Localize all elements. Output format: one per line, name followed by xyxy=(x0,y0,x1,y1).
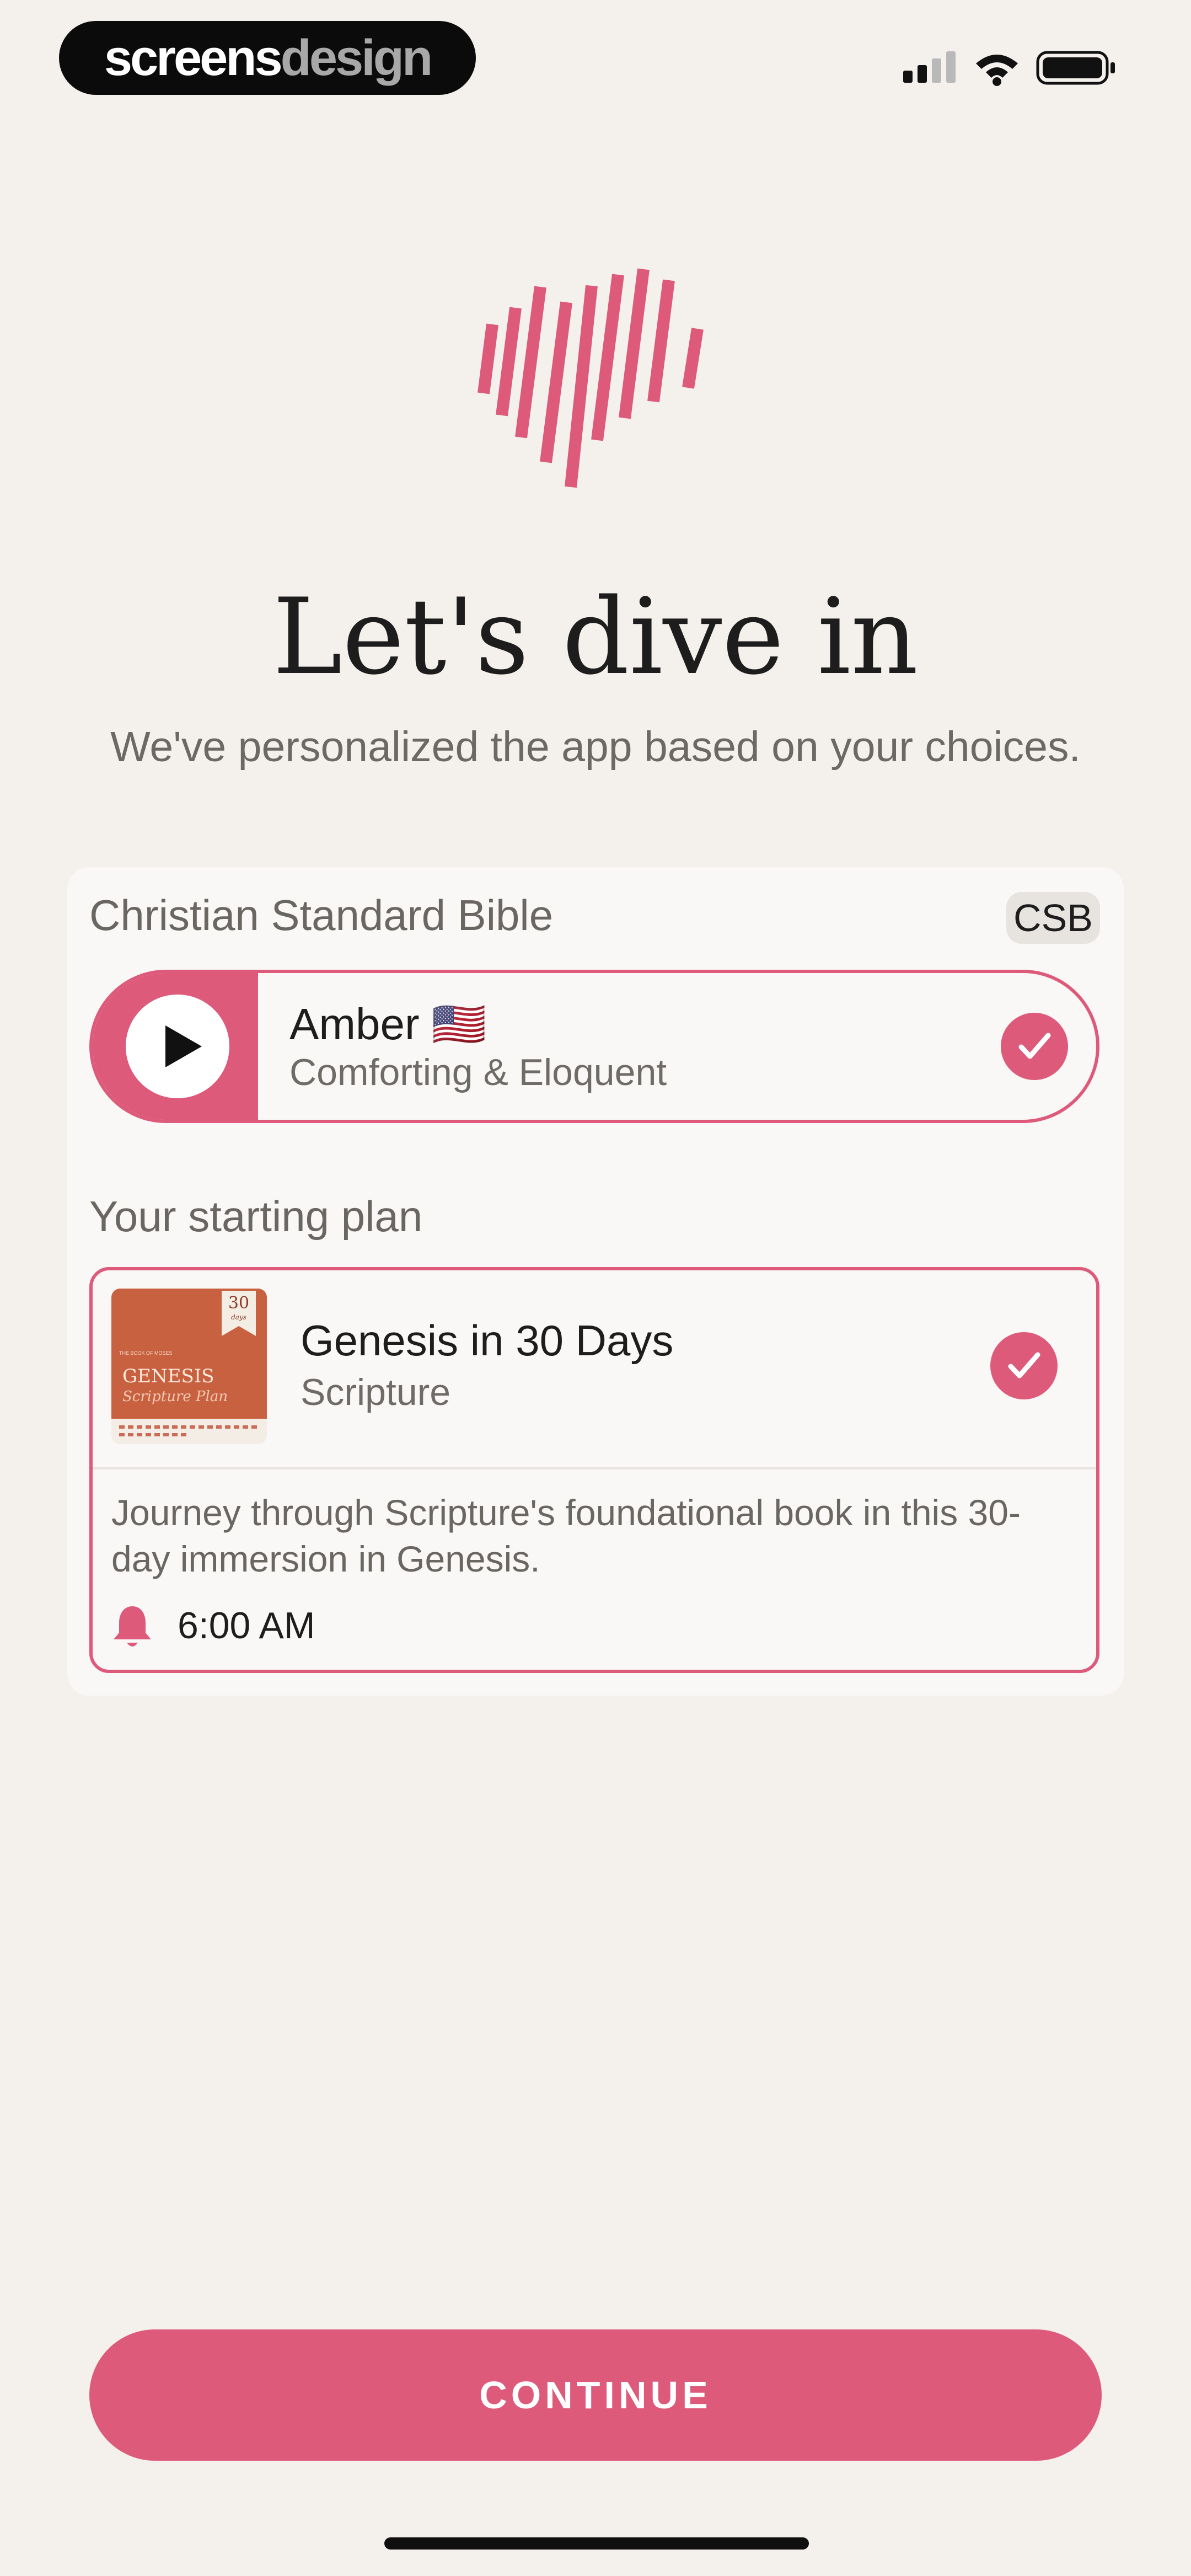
wifi-icon xyxy=(976,55,1018,86)
brand-text-primary: screens xyxy=(104,30,283,86)
cellular-signal-icon xyxy=(903,51,956,83)
voice-play-zone xyxy=(93,973,258,1120)
cover-number: 30 xyxy=(228,1294,249,1313)
page-subtitle: We've personalized the app based on your… xyxy=(110,723,1081,771)
page-title: Let's dive in xyxy=(272,576,919,698)
play-button[interactable] xyxy=(126,995,229,1098)
bible-translation-name: Christian Standard Bible xyxy=(89,891,554,939)
status-icons xyxy=(903,51,1115,86)
plan-description: Journey through Scripture's foundational… xyxy=(111,1492,1021,1579)
starting-plan-label: Your starting plan xyxy=(89,1192,423,1241)
continue-button[interactable]: CONTINUE xyxy=(89,2329,1102,2461)
home-indicator xyxy=(384,2537,809,2550)
reminder-time[interactable]: 6:00 AM xyxy=(178,1604,315,1647)
bell-icon xyxy=(114,1606,151,1647)
plan-title: Genesis in 30 Days xyxy=(301,1316,674,1365)
voice-selected-check-icon xyxy=(1001,1013,1068,1080)
voice-description: Comforting & Eloquent xyxy=(289,1051,667,1093)
voice-option[interactable] xyxy=(89,970,1099,1123)
cover-subtitle: Scripture Plan xyxy=(122,1388,228,1405)
cover-top-text: THE BOOK OF MOSES xyxy=(119,1350,173,1356)
app-logo-heart-icon xyxy=(478,268,704,488)
voice-name: Amber 🇺🇸 xyxy=(289,1000,487,1049)
play-icon xyxy=(165,1025,202,1067)
plan-selected-check-icon xyxy=(990,1332,1058,1399)
brand-logo-pill: screens design xyxy=(59,21,476,95)
cover-title: GENESIS xyxy=(122,1365,214,1387)
battery-icon xyxy=(1036,51,1115,85)
plan-divider xyxy=(93,1467,1096,1469)
cover-number-sub: days xyxy=(231,1313,246,1321)
translation-badge: CSB xyxy=(1006,892,1100,944)
plan-cover-image: THE BOOK OF MOSES 30 days GENESIS Script… xyxy=(111,1289,267,1444)
brand-text-secondary: design xyxy=(280,30,433,86)
plan-type: Scripture xyxy=(301,1371,451,1413)
